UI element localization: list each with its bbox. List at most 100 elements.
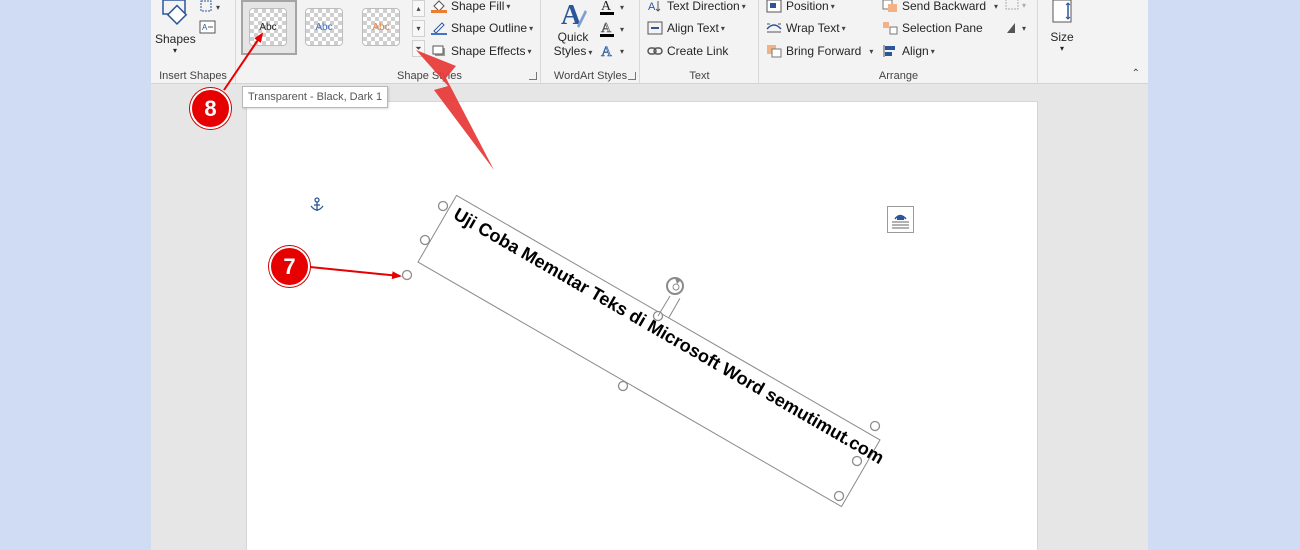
size-icon: [1052, 0, 1072, 23]
style-thumb-transparent-orange[interactable]: Abc: [362, 8, 400, 46]
chevron-down-icon: ▾: [994, 1, 999, 11]
svg-text:▾: ▾: [1022, 1, 1026, 10]
text-effects-button[interactable]: A ▾: [598, 42, 634, 61]
shape-effects-label: Shape Effects: [451, 44, 526, 58]
quick-styles-label-2: Styles ▾: [550, 44, 596, 60]
position-icon: [766, 0, 782, 13]
chevron-down-icon: ▾: [830, 1, 835, 11]
shape-outline-button[interactable]: Shape Outline ▾: [431, 18, 533, 38]
wordart-styles-group: A Quick Styles ▾ A ▾ A ▾ A ▾ WordArt Styles: [542, 0, 640, 84]
step-badge-8: 8: [190, 88, 231, 129]
group-objects-button[interactable]: ▾: [1004, 0, 1034, 14]
text-outline-icon: A ▾: [600, 21, 624, 37]
text-direction-button[interactable]: A Text Direction ▾: [647, 0, 746, 16]
shape-outline-label: Shape Outline: [451, 21, 528, 35]
arrange-group: Position ▾ Wrap Text ▾ Bring Forward ▾ Send…: [760, 0, 1038, 84]
chevron-down-icon: ▾: [930, 46, 935, 56]
send-backward-button[interactable]: Send Backward ▾: [882, 0, 998, 16]
svg-text:▾: ▾: [1022, 24, 1026, 33]
step-badge-7: 7: [269, 246, 310, 287]
ribbon: Shapes ▾ ▾ A Insert Shapes Abc Abc Abc ▴…: [151, 0, 1148, 84]
chevron-down-icon: ▾: [841, 23, 846, 33]
gallery-scroll-up[interactable]: ▴: [412, 0, 425, 17]
pen-icon: [431, 22, 447, 35]
chevron-down-icon: ▾: [741, 1, 746, 11]
style-thumb-label: Abc: [315, 21, 333, 33]
wordart-styles-group-label: WordArt Styles: [553, 70, 628, 82]
wrap-text-label: Wrap Text: [786, 21, 840, 35]
selection-pane-label: Selection Pane: [902, 21, 983, 35]
svg-text:A: A: [601, 44, 612, 60]
paint-bucket-icon: [431, 0, 447, 13]
selection-pane-icon: [883, 22, 898, 35]
edit-shape-button[interactable]: ▾: [199, 0, 229, 14]
quick-styles-label-1: Quick: [557, 30, 589, 44]
rotate-icon: ▾: [1007, 23, 1026, 33]
text-fill-button[interactable]: A ▾: [598, 0, 634, 16]
gallery-more-button[interactable]: ⏷: [412, 40, 425, 57]
bring-forward-label: Bring Forward: [786, 44, 862, 58]
chevron-down-icon: ▾: [172, 46, 177, 55]
dialog-launcher-icon[interactable]: [529, 72, 537, 80]
draw-text-box-button[interactable]: A: [199, 20, 217, 34]
svg-text:A: A: [601, 21, 612, 36]
chevron-down-icon: ▾: [869, 46, 874, 56]
align-button[interactable]: Align ▾: [882, 41, 935, 61]
svg-text:▾: ▾: [620, 3, 624, 12]
arrange-group-label: Arrange: [878, 70, 919, 82]
chevron-down-icon: ▾: [720, 23, 725, 33]
size-button[interactable]: Size ▾: [1043, 0, 1081, 62]
bring-forward-icon: [767, 45, 782, 58]
wordart-a-icon: A: [561, 0, 587, 30]
position-button[interactable]: Position ▾: [766, 0, 835, 16]
selection-pane-button[interactable]: Selection Pane: [882, 18, 983, 38]
size-group: Size ▾: [1039, 0, 1085, 84]
send-backward-label: Send Backward: [902, 0, 987, 13]
text-effects-icon: A ▾: [601, 44, 624, 61]
svg-text:▾: ▾: [216, 3, 220, 12]
text-group: A Text Direction ▾ Align Text ▾ Create Lin…: [641, 0, 759, 84]
gallery-scroll-down[interactable]: ▾: [412, 20, 425, 37]
svg-text:A: A: [202, 23, 208, 32]
svg-text:A: A: [601, 0, 612, 14]
style-thumb-transparent-black[interactable]: Abc: [249, 8, 287, 46]
wrap-text-icon: [766, 23, 782, 33]
quick-styles-text: Styles: [553, 44, 587, 58]
text-group-label: Text: [689, 70, 710, 82]
create-link-label: Create Link: [667, 44, 729, 58]
collapse-ribbon-icon[interactable]: ⌃: [1132, 68, 1140, 79]
send-backward-icon: [882, 0, 897, 12]
create-link-button[interactable]: Create Link: [647, 41, 728, 61]
style-tooltip: Transparent - Black, Dark 1: [242, 86, 389, 108]
shapes-button[interactable]: Shapes ▾: [155, 0, 196, 62]
shape-styles-group: Abc Abc Abc ▴ ▾ ⏷ Shape Fill ▾ Shape Outl…: [237, 0, 541, 84]
chevron-down-icon: ▾: [527, 46, 532, 56]
style-thumb-transparent-blue[interactable]: Abc: [305, 8, 343, 46]
chevron-down-icon: ▾: [529, 23, 534, 33]
shape-effects-icon: [432, 45, 445, 56]
layout-options-icon: [892, 214, 909, 229]
dialog-launcher-icon[interactable]: [628, 72, 636, 80]
style-thumb-label: Abc: [259, 21, 277, 33]
shape-effects-button[interactable]: Shape Effects ▾: [431, 41, 532, 61]
align-text-button[interactable]: Align Text ▾: [647, 18, 725, 38]
bring-forward-button[interactable]: Bring Forward ▾: [766, 41, 873, 61]
quick-styles-button[interactable]: A Quick Styles ▾: [550, 0, 596, 64]
shape-fill-label: Shape Fill: [451, 0, 505, 13]
insert-shapes-group-label: Insert Shapes: [159, 70, 227, 82]
anchor-icon: [309, 197, 325, 213]
chevron-down-icon: ▾: [588, 48, 593, 57]
svg-text:A: A: [648, 1, 656, 13]
wrap-text-button[interactable]: Wrap Text ▾: [766, 18, 846, 38]
rotate-objects-button[interactable]: ▾: [1004, 19, 1034, 37]
edit-points-icon: ▾: [200, 0, 220, 12]
align-label: Align: [902, 44, 929, 58]
style-thumb-label: Abc: [372, 21, 390, 33]
layout-options-button[interactable]: [887, 206, 914, 233]
group-objects-icon: ▾: [1005, 0, 1026, 10]
align-text-label: Align Text: [667, 21, 719, 35]
shapes-label: Shapes: [155, 32, 196, 46]
text-outline-button[interactable]: A ▾: [598, 20, 634, 38]
size-label: Size: [1050, 30, 1074, 44]
shape-fill-button[interactable]: Shape Fill ▾: [431, 0, 510, 16]
